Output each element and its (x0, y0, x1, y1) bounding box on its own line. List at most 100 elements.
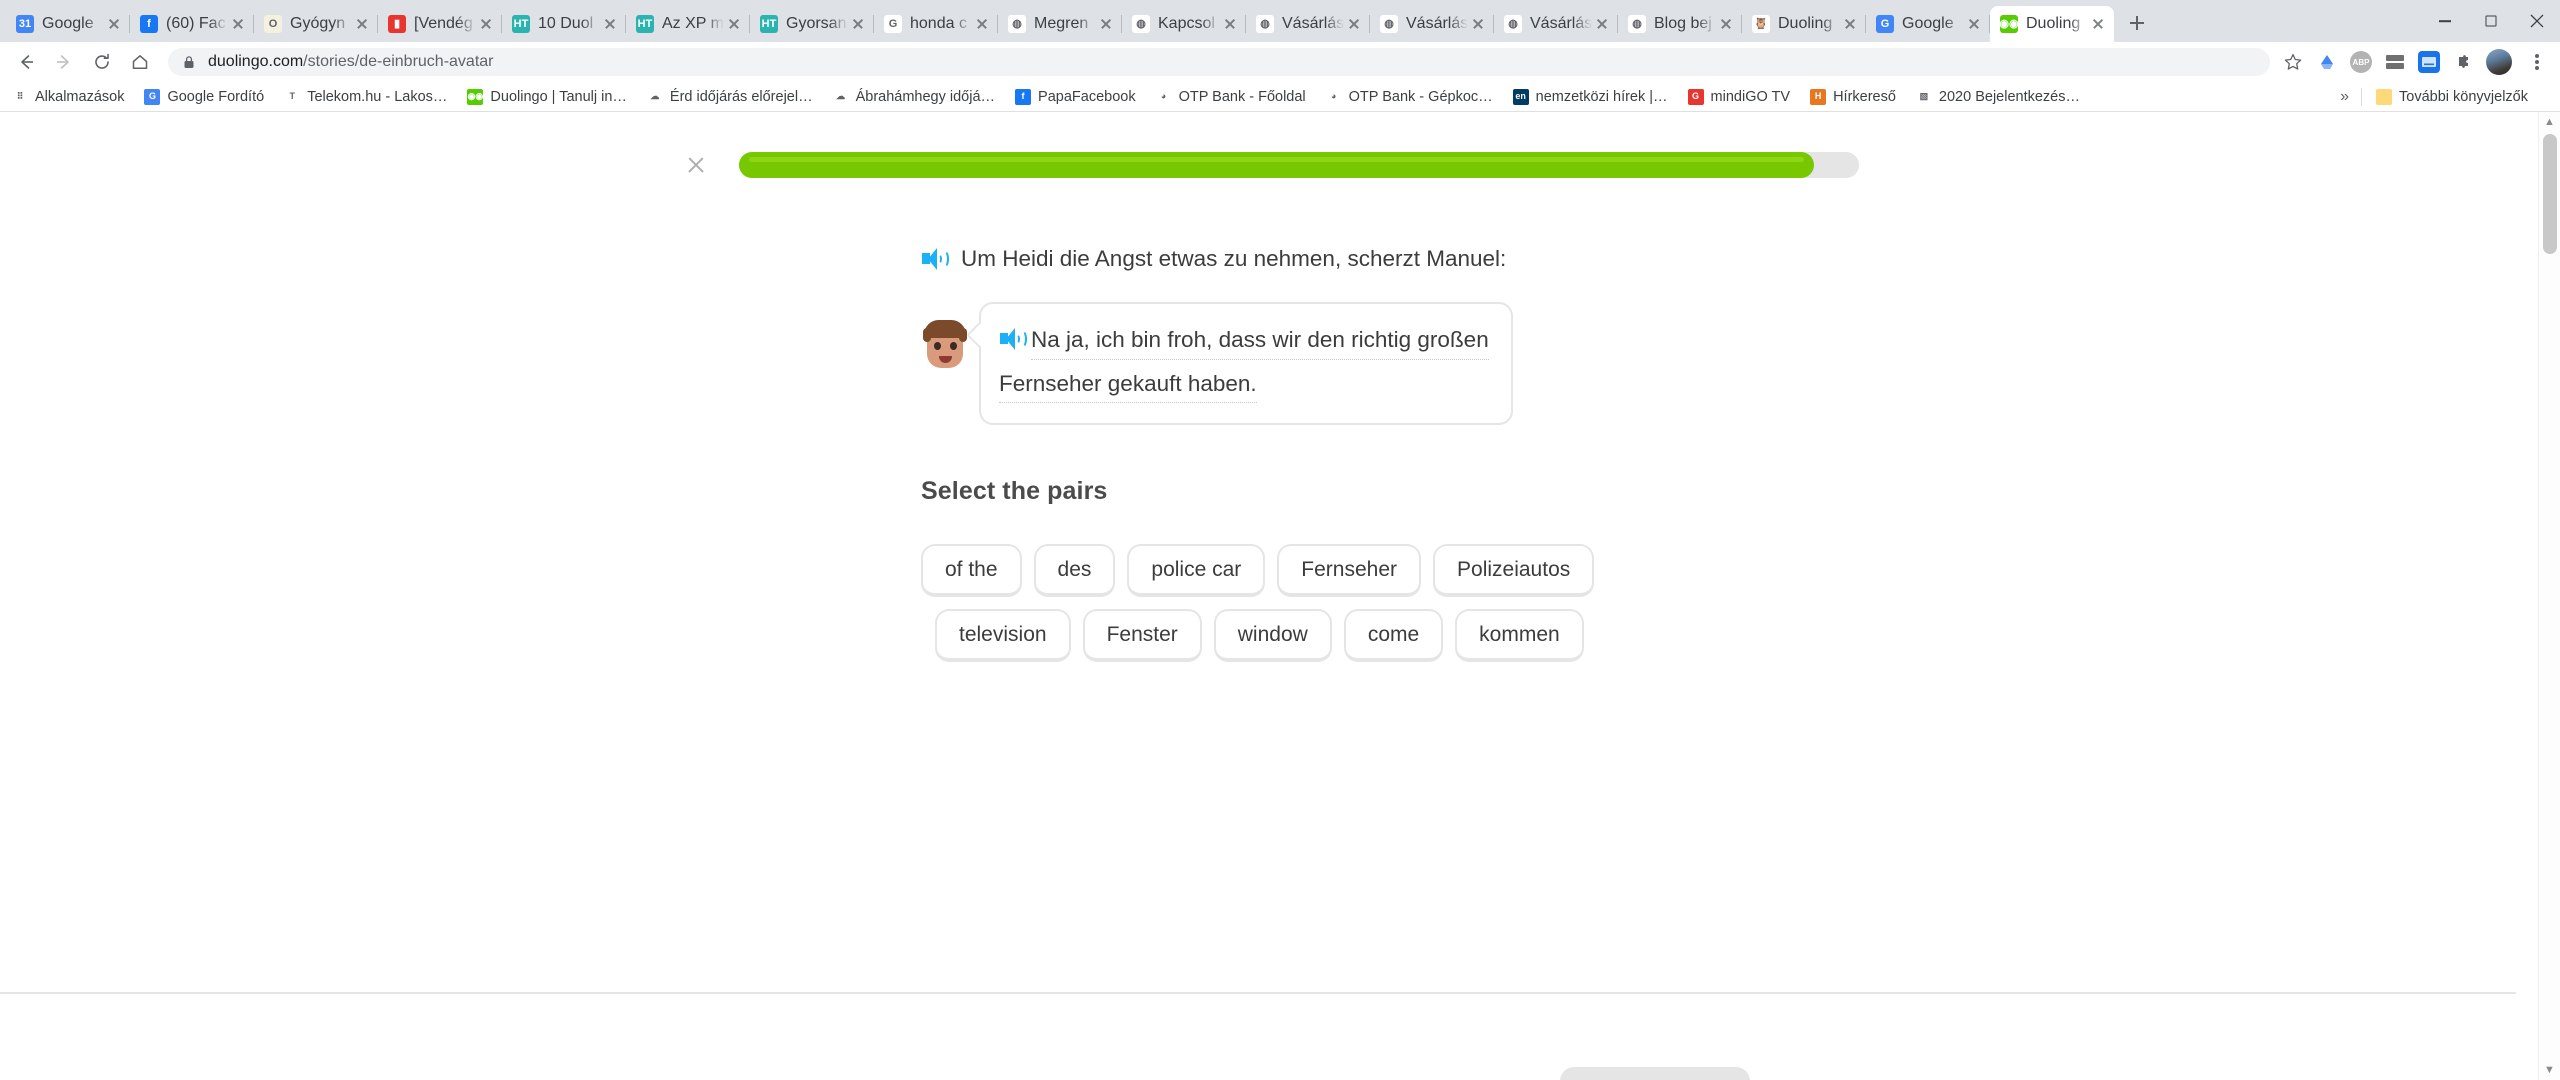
abp-icon[interactable]: ABP (2350, 51, 2372, 73)
tab-close-button[interactable] (1096, 14, 1116, 34)
browser-tab[interactable]: ◍ Vásárlás (1246, 6, 1370, 42)
close-window-button[interactable] (2514, 0, 2560, 42)
tab-close-button[interactable] (972, 14, 992, 34)
word-pair-option[interactable]: Fenster (1082, 609, 1202, 663)
browser-tab[interactable]: 31 Google (6, 6, 130, 42)
maximize-window-button[interactable] (2468, 0, 2514, 42)
bookmark-item[interactable]: H Hírkereső (1810, 88, 1896, 105)
dialogue-line-1[interactable]: Na ja, ich bin froh, dass wir den richti… (1031, 322, 1489, 360)
tab-title: Kapcsol (1158, 15, 1215, 32)
address-bar[interactable]: duolingo.com/stories/de-einbruch-avatar (168, 48, 2270, 76)
bookmark-item[interactable]: en nemzetközi hírek |… (1512, 88, 1668, 105)
tab-close-button[interactable] (2088, 14, 2108, 34)
tab-close-button[interactable] (1964, 14, 1984, 34)
lesson-progress-bar (739, 152, 1859, 178)
word-pair-option[interactable]: police car (1127, 544, 1266, 598)
bookmark-item[interactable]: G Google Fordító (144, 88, 264, 105)
drive-icon[interactable] (2316, 51, 2338, 73)
browser-tab[interactable]: ◍ Kapcsol (1122, 6, 1246, 42)
word-pair-option[interactable]: kommen (1455, 609, 1584, 663)
bookmark-star-icon[interactable] (2278, 47, 2308, 77)
forward-button[interactable] (48, 46, 80, 78)
tab-title: Vásárlás (1406, 15, 1468, 32)
home-button[interactable] (124, 46, 156, 78)
duolingo-owl-icon: 🦉 (1752, 15, 1770, 33)
minimize-window-button[interactable] (2422, 0, 2468, 42)
scroll-down-arrow[interactable]: ▼ (2544, 1064, 2555, 1076)
word-pair-option[interactable]: television (935, 609, 1071, 663)
tab-close-button[interactable] (1220, 14, 1240, 34)
tab-close-button[interactable] (104, 14, 124, 34)
bookmarks-overflow-chevron[interactable]: » (2328, 88, 2361, 106)
bookmark-item[interactable]: f PapaFacebook (1015, 88, 1136, 105)
word-pair-option[interactable]: des (1033, 544, 1116, 598)
tab-close-button[interactable] (1344, 14, 1364, 34)
tab-close-button[interactable] (1840, 14, 1860, 34)
bookmark-item[interactable]: ◉◉ Duolingo | Tanulj in… (467, 88, 627, 105)
tab-close-button[interactable] (724, 14, 744, 34)
browser-tab[interactable]: G Google (1866, 6, 1990, 42)
reload-button[interactable] (86, 46, 118, 78)
tab-title: honda c (910, 15, 967, 32)
browser-tab[interactable]: f (60) Fac (130, 6, 254, 42)
word-pair-option[interactable]: window (1213, 609, 1332, 663)
browser-tab[interactable]: ◉◉ Duoling (1990, 6, 2114, 42)
new-tab-button[interactable] (2120, 6, 2154, 40)
other-bookmarks-folder[interactable]: További könyvjelzők (2376, 88, 2528, 105)
bookmark-item[interactable]: ◕ OTP Bank - Gépkoc… (1325, 88, 1493, 105)
browser-tab[interactable]: ◍ Megren (998, 6, 1122, 42)
bookmark-item[interactable]: ▧ 2020 Bejelentkezés… (1915, 88, 2080, 105)
tab-close-button[interactable] (1468, 14, 1488, 34)
scrollbar-thumb[interactable] (2543, 134, 2557, 254)
tab-title: Gyógyn (290, 15, 346, 32)
tab-close-button[interactable] (476, 14, 496, 34)
tab-close-button[interactable] (1592, 14, 1612, 34)
browser-tab[interactable]: ◍ Blog bej (1618, 6, 1742, 42)
tab-title: (60) Fac (166, 15, 226, 32)
page-viewport: Um Heidi die Angst etwas zu nehmen, sche… (0, 112, 2560, 1080)
speaker-icon[interactable] (921, 248, 949, 270)
word-pair-option[interactable]: of the (921, 544, 1022, 598)
vertical-scrollbar[interactable]: ▲ ▼ (2538, 112, 2560, 1080)
word-pair-option[interactable]: Polizeiautos (1433, 544, 1595, 598)
extensions-puzzle-icon[interactable] (2452, 51, 2474, 73)
dialogue-line-2[interactable]: Fernseher gekauft haben. (999, 366, 1257, 404)
word-pair-option[interactable]: come (1343, 609, 1444, 663)
chrome-menu-icon[interactable] (2524, 49, 2550, 75)
bookmark-label: Érd időjárás előrejel… (669, 88, 813, 105)
profile-avatar[interactable] (2486, 49, 2512, 75)
continue-button[interactable]: CONTINUE (1560, 1067, 1750, 1080)
bookmark-item[interactable]: ☁ Ábrahámhegy időjá… (832, 88, 995, 105)
globe-icon: ◍ (1628, 15, 1646, 33)
browser-tab[interactable]: O Gyógyn (254, 6, 378, 42)
google-icon: G (884, 15, 902, 33)
tab-close-button[interactable] (1716, 14, 1736, 34)
browser-tab[interactable]: ▮ [Vendég (378, 6, 502, 42)
browser-tab[interactable]: HT Az XP m (626, 6, 750, 42)
browser-tab[interactable]: ◍ Vásárlás (1494, 6, 1618, 42)
bookmark-item[interactable]: ⠿ Alkalmazások (12, 88, 124, 105)
browser-tab[interactable]: Ghonda c (874, 6, 998, 42)
scroll-up-arrow[interactable]: ▲ (2544, 116, 2555, 128)
browser-tab[interactable]: 🦉 Duoling (1742, 6, 1866, 42)
duolingo-icon: ◉◉ (2000, 15, 2018, 33)
keyboard-icon[interactable] (2418, 51, 2440, 73)
browser-tab[interactable]: HT 10 Duol (502, 6, 626, 42)
close-lesson-button[interactable] (679, 148, 713, 182)
bookmark-item[interactable]: T Telekom.hu - Lakos… (284, 88, 447, 105)
word-pair-option[interactable]: Fernseher (1277, 544, 1422, 598)
bookmark-item[interactable]: GmindiGO TV (1687, 88, 1790, 105)
tab-close-button[interactable] (848, 14, 868, 34)
tab-close-button[interactable] (600, 14, 620, 34)
tab-close-button[interactable] (352, 14, 372, 34)
dashlane-icon[interactable] (2384, 51, 2406, 73)
tab-close-button[interactable] (228, 14, 248, 34)
travel-icon: HT (760, 15, 778, 33)
bookmark-item[interactable]: ☁ Érd időjárás előrejel… (646, 88, 813, 105)
speaker-icon[interactable] (999, 328, 1027, 351)
other-bookmarks-label: További könyvjelzők (2399, 88, 2528, 105)
browser-tab[interactable]: HT Gyorsan (750, 6, 874, 42)
bookmark-item[interactable]: ◕ OTP Bank - Főoldal (1155, 88, 1306, 105)
browser-tab[interactable]: ◍ Vásárlás (1370, 6, 1494, 42)
back-button[interactable] (10, 46, 42, 78)
